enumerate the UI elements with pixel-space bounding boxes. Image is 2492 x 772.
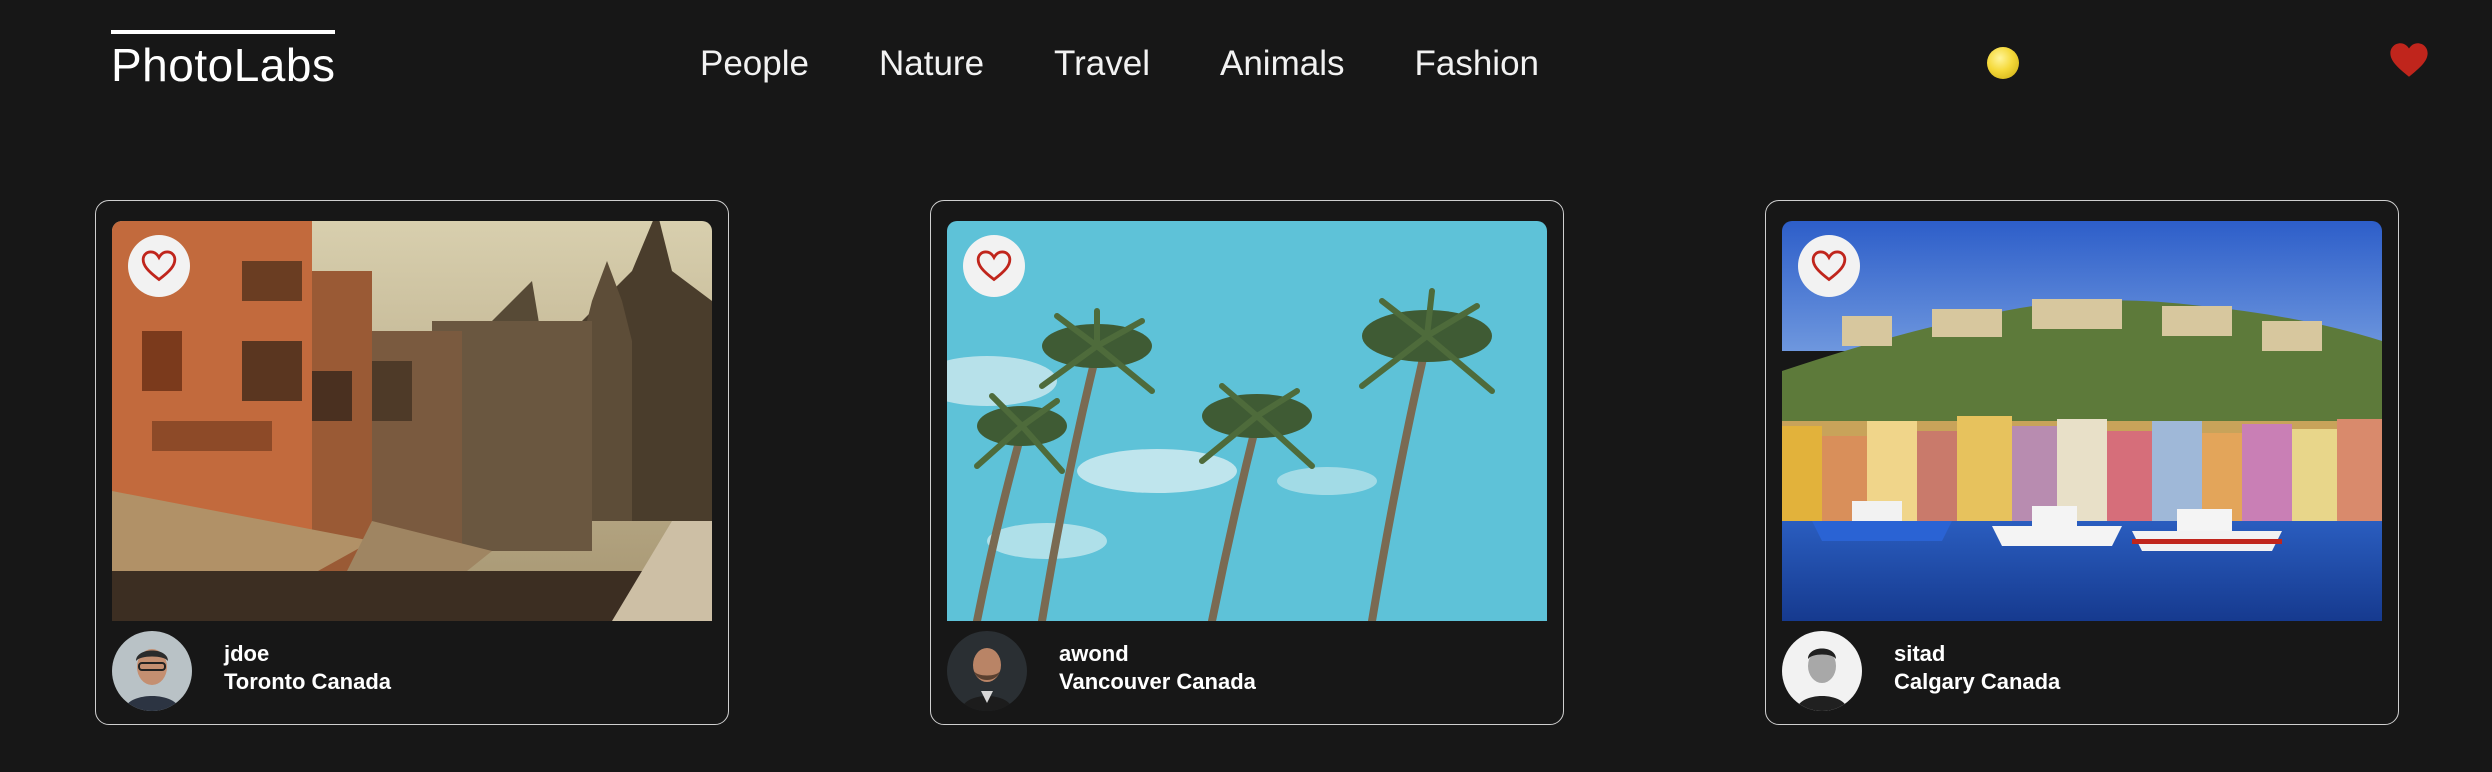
photo-card[interactable]: jdoe Toronto Canada	[95, 200, 729, 725]
photo-details: sitad Calgary Canada	[1782, 631, 2382, 711]
username: awond	[1059, 641, 1129, 666]
like-button[interactable]	[963, 235, 1025, 297]
photo-image[interactable]	[947, 221, 1547, 621]
top-navigation-bar: PhotoLabs People Nature Travel Animals F…	[0, 0, 2492, 130]
photo-card[interactable]: awond Vancouver Canada	[930, 200, 1564, 725]
topic-fashion[interactable]: Fashion	[1414, 44, 1539, 84]
heart-outline-icon	[976, 250, 1012, 282]
photo-details: awond Vancouver Canada	[947, 631, 1547, 711]
photo-card[interactable]: sitad Calgary Canada	[1765, 200, 2399, 725]
location: Vancouver Canada	[1059, 669, 1256, 694]
heart-outline-icon	[141, 250, 177, 282]
like-button[interactable]	[128, 235, 190, 297]
username: sitad	[1894, 641, 1946, 666]
topic-travel[interactable]: Travel	[1054, 44, 1150, 84]
avatar[interactable]	[1782, 631, 1862, 711]
notification-dot-icon	[1987, 47, 2019, 79]
favorites-heart-icon[interactable]	[2389, 42, 2429, 78]
photo-image[interactable]	[1782, 221, 2382, 621]
username: jdoe	[224, 641, 270, 666]
location: Toronto Canada	[224, 669, 392, 694]
avatar[interactable]	[947, 631, 1027, 711]
topic-list: People Nature Travel Animals Fashion	[700, 44, 1609, 84]
topic-animals[interactable]: Animals	[1220, 44, 1344, 84]
avatar[interactable]	[112, 631, 192, 711]
topic-people[interactable]: People	[700, 44, 809, 84]
topic-nature[interactable]: Nature	[879, 44, 984, 84]
photo-details: jdoe Toronto Canada	[112, 631, 712, 711]
location: Calgary Canada	[1894, 669, 2061, 694]
photo-image[interactable]	[112, 221, 712, 621]
app-logo[interactable]: PhotoLabs	[111, 30, 336, 88]
heart-outline-icon	[1811, 250, 1847, 282]
like-button[interactable]	[1798, 235, 1860, 297]
